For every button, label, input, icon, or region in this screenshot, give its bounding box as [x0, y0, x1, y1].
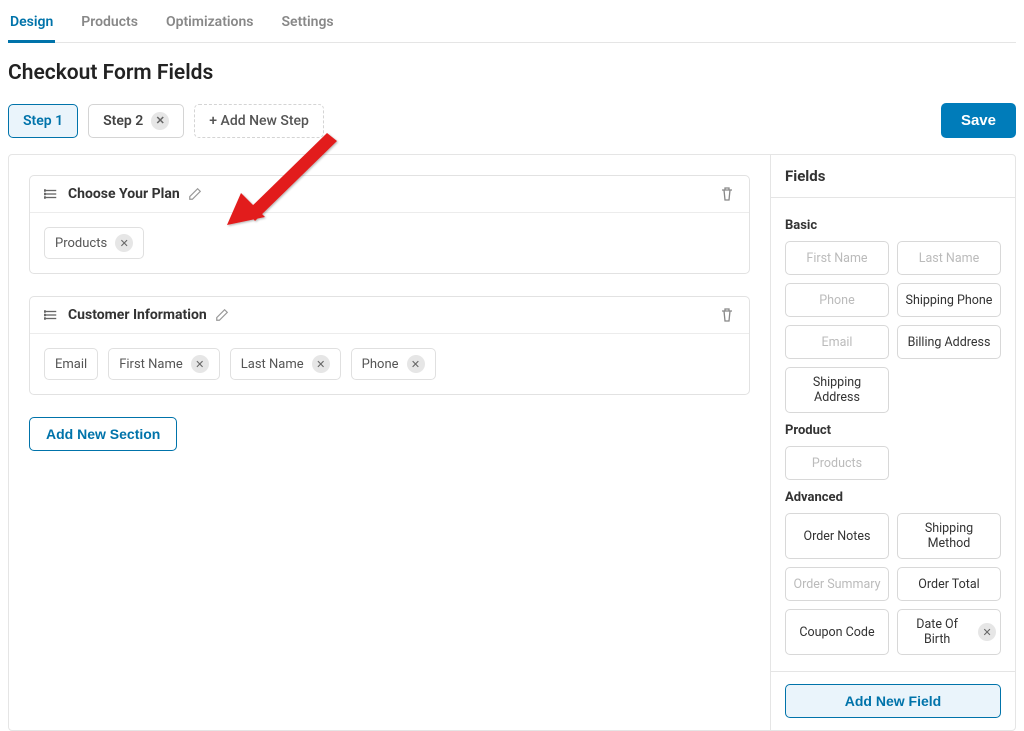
field-chip-label: Phone: [362, 357, 399, 372]
field-group-product: Products: [785, 446, 1001, 480]
tab-settings[interactable]: Settings: [280, 8, 336, 43]
step-row: Step 1 Step 2 ✕ + Add New Step Save: [8, 103, 1016, 138]
drag-handle-icon[interactable]: [44, 187, 58, 201]
section-customer-info: Customer Information Email First: [29, 296, 750, 395]
field-pill-billing-address[interactable]: Billing Address: [897, 325, 1001, 359]
section-header: Customer Information: [30, 297, 749, 334]
remove-step-icon[interactable]: ✕: [151, 112, 169, 130]
field-chip-products[interactable]: Products ✕: [44, 227, 144, 259]
tab-products[interactable]: Products: [79, 8, 140, 43]
group-label-basic: Basic: [785, 218, 1001, 233]
section-choose-plan: Choose Your Plan Products ✕: [29, 175, 750, 274]
field-pill-order-summary[interactable]: Order Summary: [785, 567, 889, 601]
field-pill-label: Date Of Birth: [902, 617, 972, 647]
field-pill-coupon-code[interactable]: Coupon Code: [785, 609, 889, 655]
add-step-button[interactable]: + Add New Step: [194, 104, 324, 138]
group-label-product: Product: [785, 423, 1001, 438]
remove-field-icon[interactable]: ✕: [978, 623, 996, 641]
tab-design[interactable]: Design: [8, 8, 55, 43]
group-label-advanced: Advanced: [785, 490, 1001, 505]
top-tabs: Design Products Optimizations Settings: [8, 8, 1016, 43]
field-pill-date-of-birth[interactable]: Date Of Birth ✕: [897, 609, 1001, 655]
sidebar-title: Fields: [771, 155, 1015, 198]
remove-field-icon[interactable]: ✕: [312, 355, 330, 373]
field-pill-products[interactable]: Products: [785, 446, 889, 480]
save-button[interactable]: Save: [941, 103, 1016, 138]
section-title: Customer Information: [68, 307, 207, 323]
field-pill-last-name[interactable]: Last Name: [897, 241, 1001, 275]
add-section-button[interactable]: Add New Section: [29, 417, 177, 451]
tab-optimizations[interactable]: Optimizations: [164, 8, 256, 43]
field-group-basic: First Name Last Name Phone Shipping Phon…: [785, 241, 1001, 413]
step-1[interactable]: Step 1: [8, 104, 78, 138]
field-group-advanced: Order Notes Shipping Method Order Summar…: [785, 513, 1001, 655]
field-chip-email[interactable]: Email: [44, 348, 98, 380]
field-pill-shipping-method[interactable]: Shipping Method: [897, 513, 1001, 559]
remove-field-icon[interactable]: ✕: [115, 234, 133, 252]
field-chip-label: Products: [55, 236, 107, 251]
field-pill-order-notes[interactable]: Order Notes: [785, 513, 889, 559]
fields-sidebar: Fields Basic First Name Last Name Phone …: [770, 155, 1015, 730]
section-title: Choose Your Plan: [68, 186, 180, 202]
page-title: Checkout Form Fields: [8, 61, 1016, 85]
form-canvas: Choose Your Plan Products ✕: [9, 155, 770, 730]
section-header: Choose Your Plan: [30, 176, 749, 213]
field-chip-last-name[interactable]: Last Name ✕: [230, 348, 341, 380]
remove-field-icon[interactable]: ✕: [407, 355, 425, 373]
field-pill-phone[interactable]: Phone: [785, 283, 889, 317]
section-body[interactable]: Email First Name ✕ Last Name ✕ Phone ✕: [30, 334, 749, 394]
edit-title-icon[interactable]: [188, 187, 202, 201]
steps-container: Step 1 Step 2 ✕ + Add New Step: [8, 104, 324, 138]
main-layout: Choose Your Plan Products ✕: [8, 154, 1016, 731]
field-pill-shipping-phone[interactable]: Shipping Phone: [897, 283, 1001, 317]
drag-handle-icon[interactable]: [44, 308, 58, 322]
edit-title-icon[interactable]: [215, 308, 229, 322]
field-chip-first-name[interactable]: First Name ✕: [108, 348, 220, 380]
sidebar-footer: Add New Field: [771, 671, 1015, 730]
field-chip-label: Email: [55, 357, 87, 372]
delete-section-icon[interactable]: [719, 307, 735, 323]
field-chip-label: First Name: [119, 357, 183, 372]
add-field-button[interactable]: Add New Field: [785, 684, 1001, 718]
field-pill-email[interactable]: Email: [785, 325, 889, 359]
field-pill-shipping-address[interactable]: Shipping Address: [785, 367, 889, 413]
field-pill-order-total[interactable]: Order Total: [897, 567, 1001, 601]
delete-section-icon[interactable]: [719, 186, 735, 202]
field-chip-label: Last Name: [241, 357, 304, 372]
step-2[interactable]: Step 2 ✕: [88, 104, 184, 138]
sidebar-body: Basic First Name Last Name Phone Shippin…: [771, 198, 1015, 671]
step-2-label: Step 2: [103, 113, 143, 129]
field-chip-phone[interactable]: Phone ✕: [351, 348, 436, 380]
field-pill-first-name[interactable]: First Name: [785, 241, 889, 275]
section-body[interactable]: Products ✕: [30, 213, 749, 273]
remove-field-icon[interactable]: ✕: [191, 355, 209, 373]
